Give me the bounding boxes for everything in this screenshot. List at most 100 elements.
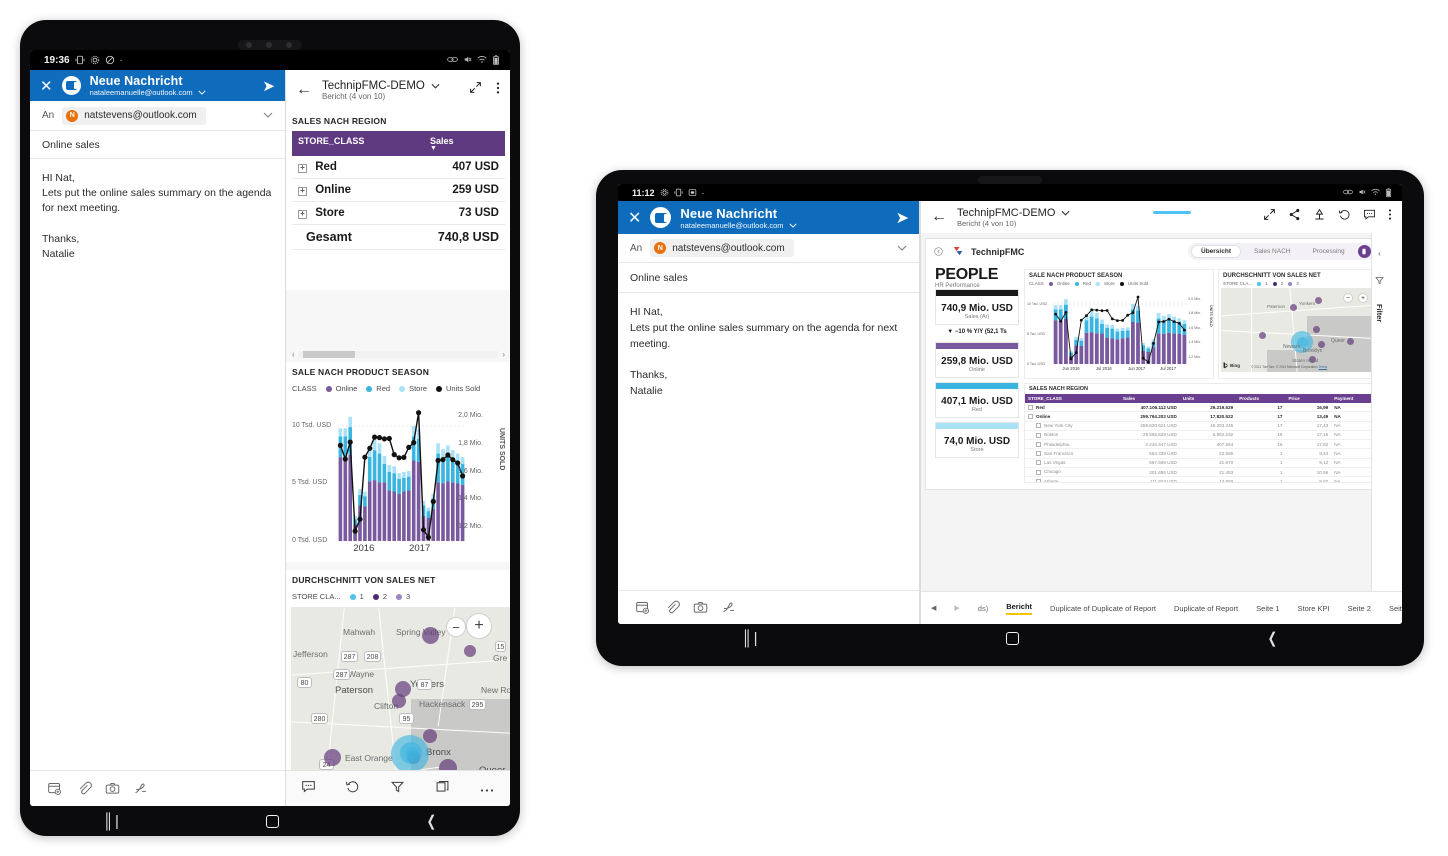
map-bubble[interactable]: [324, 749, 341, 766]
page-tab-dup-dup-report[interactable]: Duplicate of Duplicate of Report: [1050, 604, 1156, 613]
page-tab-store-kpi[interactable]: Store KPI: [1298, 604, 1330, 613]
legend-item[interactable]: 3: [395, 592, 410, 601]
col-sales[interactable]: Sales: [1120, 394, 1180, 403]
back-button[interactable]: ←: [296, 81, 312, 99]
legend-item[interactable]: Store: [399, 384, 427, 393]
kpi-card-online[interactable]: 259,8 Mio. USD Online: [935, 342, 1019, 378]
expand-row-icon[interactable]: [1036, 432, 1041, 438]
mail-account-row[interactable]: nataleemanuelle@outlook.com: [90, 88, 254, 97]
home-icon[interactable]: [1005, 631, 1019, 645]
table-row[interactable]: Las Vegas 567.569 USD 21.670 1 9,12 NA: [1025, 458, 1377, 468]
report-sales-table[interactable]: STORE_CLASS Sales Units Products Price Paymen…: [1025, 394, 1377, 482]
map-bubble[interactable]: [1347, 338, 1354, 345]
page-tab-dup-report[interactable]: Duplicate of Report: [1174, 604, 1238, 613]
map-bubble[interactable]: [464, 645, 476, 657]
expand-row-icon[interactable]: [1036, 423, 1041, 429]
legend-item[interactable]: 1: [349, 592, 364, 601]
bing-map[interactable]: Mahwah Mount P Spring Valley Jefferson W…: [291, 607, 510, 770]
table-row[interactable]: Online 259.764.202 USD 17.820.522 17 13,49 NA: [1025, 411, 1377, 422]
page-tab-seite-3[interactable]: Seite 3: [1389, 604, 1402, 613]
expand-row-icon[interactable]: [1028, 404, 1033, 410]
legend-item[interactable]: Units Sold: [1119, 281, 1148, 286]
table-row[interactable]: San Francisco 564.339 USD 22.565 1 9,44 NA: [1025, 448, 1377, 459]
legend-item[interactable]: Units Sold: [436, 384, 480, 393]
page-tab-bericht[interactable]: Bericht: [1006, 602, 1033, 615]
bing-logo[interactable]: Bing: [1223, 362, 1240, 369]
col-products[interactable]: Products: [1236, 394, 1286, 403]
col-sales[interactable]: Sales ▼: [424, 131, 505, 156]
expand-row-icon[interactable]: [1036, 451, 1041, 457]
home-icon[interactable]: [265, 814, 279, 828]
filter-icon[interactable]: [1375, 272, 1384, 290]
report-canvas[interactable]: TechnipFMC Übersicht Sales NACH Processi…: [921, 233, 1387, 591]
attachment-icon[interactable]: [70, 771, 98, 807]
map-bubble[interactable]: [1313, 326, 1320, 333]
sales-region-table[interactable]: STORE_CLASS Sales ▼ + Red 407 USD + Onli…: [292, 131, 505, 250]
report-table-tile[interactable]: SALES NACH REGION STORE_CLASS Sales Units P…: [1024, 383, 1378, 483]
subject-field[interactable]: Online sales: [30, 131, 285, 159]
kpi-card-store[interactable]: 74,0 Mio. USD Store: [935, 422, 1019, 458]
scroll-left-icon[interactable]: ‹: [292, 350, 295, 359]
powerbi-canvas[interactable]: SALES NACH REGION STORE_CLASS Sales ▼ + …: [286, 110, 510, 770]
share-icon[interactable]: [1288, 208, 1301, 226]
scroll-thumb[interactable]: [302, 351, 355, 358]
map-bubble[interactable]: [423, 729, 437, 743]
chevron-down-icon[interactable]: [897, 243, 907, 254]
table-row[interactable]: Philadelphia 2.234.447 USD 407.564 16 17,82 N…: [1025, 439, 1377, 450]
pages-next-button[interactable]: ▶: [954, 604, 959, 612]
col-store-class[interactable]: STORE_CLASS: [1025, 394, 1121, 403]
map-bubble[interactable]: [1259, 332, 1266, 339]
calendar-add-icon[interactable]: [38, 771, 70, 807]
table-row[interactable]: Chicago 201.686 USD 21.453 1 10,56 NA: [1025, 467, 1377, 478]
ink-icon[interactable]: [714, 591, 742, 625]
recipient-chip[interactable]: N natstevens@outlook.com: [62, 106, 206, 125]
legend-item[interactable]: Red: [366, 384, 390, 393]
map-zoom-in-button[interactable]: +: [1358, 293, 1368, 303]
kpi-card-red[interactable]: 407,1 Mio. USD Red: [935, 382, 1019, 418]
mail-account-row[interactable]: nataleemanuelle@outlook.com: [680, 221, 886, 230]
info-badge-icon[interactable]: [1357, 245, 1371, 258]
map-bubble-small[interactable]: [406, 747, 418, 759]
filter-icon[interactable]: [390, 779, 405, 799]
back-icon[interactable]: ❮: [1267, 631, 1276, 646]
more-icon[interactable]: [496, 81, 500, 100]
map-terms-link[interactable]: Terms: [1318, 365, 1327, 369]
scroll-right-icon[interactable]: ›: [502, 350, 505, 359]
calendar-add-icon[interactable]: [626, 591, 658, 625]
recipient-chip[interactable]: N natstevens@outlook.com: [650, 239, 794, 257]
back-icon[interactable]: ❮: [426, 814, 435, 829]
recipient-row[interactable]: An N natstevens@outlook.com: [618, 234, 919, 263]
comment-icon[interactable]: [301, 779, 316, 799]
subject-field[interactable]: Online sales: [618, 263, 919, 293]
mail-body[interactable]: HI Nat, Lets put the online sales summar…: [618, 293, 919, 590]
close-icon[interactable]: ✕: [628, 208, 641, 228]
camera-icon[interactable]: [98, 771, 126, 807]
col-price[interactable]: Price: [1285, 394, 1332, 403]
filter-rail[interactable]: ‹ Filter: [1371, 233, 1387, 591]
pages-prev-button[interactable]: ◀: [931, 604, 936, 612]
report-title-row[interactable]: TechnipFMC-DEMO: [322, 80, 459, 92]
report-map-tile[interactable]: DURCHSCHNITT VON SALES NET STORE CLA... …: [1218, 269, 1378, 379]
more-icon[interactable]: [1388, 208, 1392, 226]
close-icon[interactable]: ✕: [40, 77, 53, 95]
legend-item[interactable]: 3: [1288, 281, 1299, 286]
legend-item[interactable]: Store: [1096, 281, 1115, 286]
map-bubble[interactable]: [1318, 341, 1325, 348]
recents-icon[interactable]: ║|: [741, 631, 759, 646]
expand-row-icon[interactable]: [1036, 469, 1041, 475]
map-zoom-out-button[interactable]: −: [446, 617, 466, 637]
expand-icon[interactable]: [469, 81, 482, 99]
expand-row-icon[interactable]: [1036, 479, 1041, 482]
pages-icon[interactable]: [435, 779, 450, 799]
page-tab-seite-2[interactable]: Seite 2: [1348, 604, 1371, 613]
annotate-icon[interactable]: [1313, 208, 1326, 226]
recents-icon[interactable]: ║|: [103, 814, 121, 829]
legend-item[interactable]: 1: [1257, 281, 1268, 286]
report-bing-map[interactable]: Paterson Yonkers Newark Brooklyn Queer S…: [1221, 288, 1375, 372]
reset-icon[interactable]: [1338, 208, 1351, 226]
mail-body[interactable]: HI Nat, Lets put the online sales summar…: [30, 159, 285, 770]
scroll-track[interactable]: [298, 351, 499, 358]
kpi-card-total[interactable]: 740,9 Mio. USD Sales (Ar): [935, 289, 1019, 325]
expand-row-icon[interactable]: [1036, 441, 1041, 447]
nav-pill-overview[interactable]: Übersicht: [1191, 245, 1241, 258]
